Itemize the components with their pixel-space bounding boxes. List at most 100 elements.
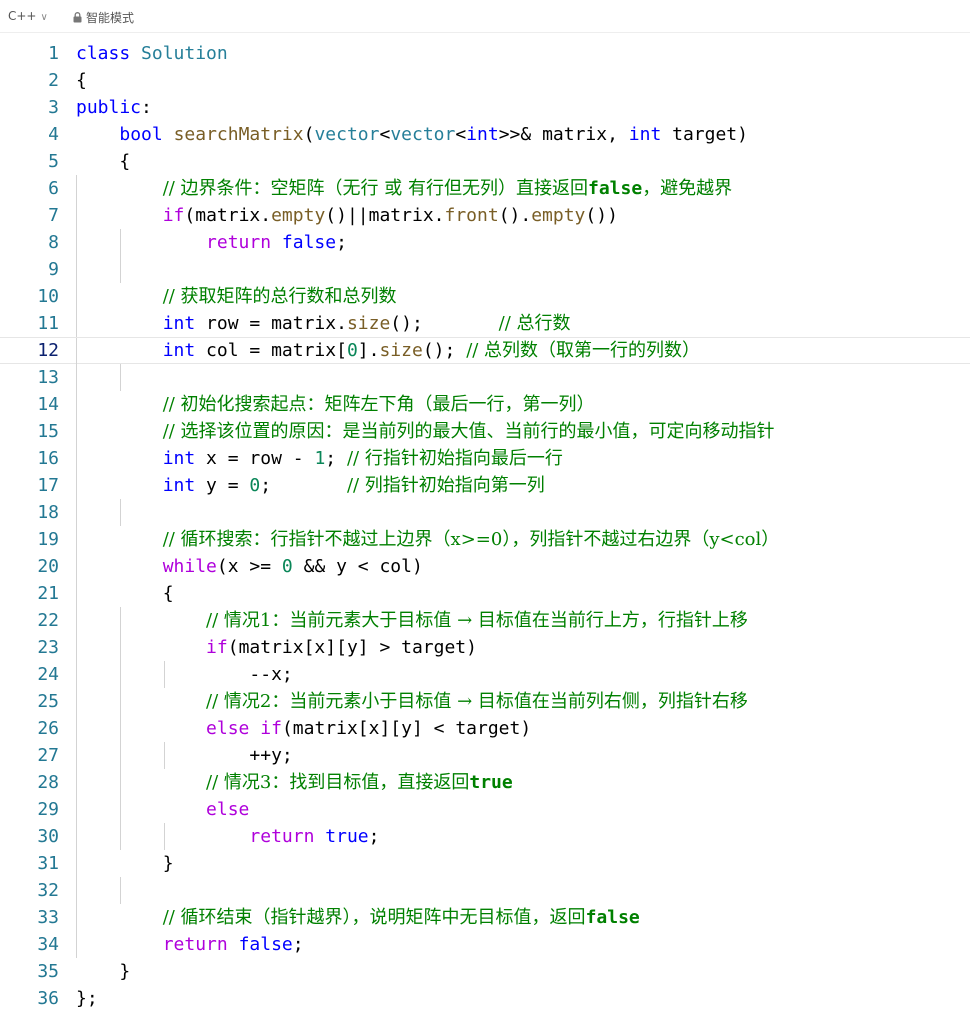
indent-guide bbox=[76, 472, 77, 499]
indent-guide bbox=[76, 580, 77, 607]
indent-guide bbox=[76, 553, 77, 580]
code-line[interactable]: 35 } bbox=[0, 958, 970, 985]
code-line[interactable]: 22 // 情况1：当前元素大于目标值 → 目标值在当前行上方，行指针上移 bbox=[0, 607, 970, 634]
code-line[interactable]: 21 { bbox=[0, 580, 970, 607]
indent-guide bbox=[120, 256, 121, 283]
smart-mode-indicator[interactable]: 智能模式 bbox=[73, 9, 134, 26]
code-line[interactable]: 26 else if(matrix[x][y] < target) bbox=[0, 715, 970, 742]
mode-label: 智能模式 bbox=[86, 11, 135, 25]
indent-guide bbox=[76, 418, 77, 445]
line-number: 25 bbox=[37, 691, 59, 712]
code-line[interactable]: 20 while(x >= 0 && y < col) bbox=[0, 553, 970, 580]
indent-guide bbox=[120, 823, 121, 850]
code-editor[interactable]: 1 class Solution 2{ 3 public: 4 bool searchMa… bbox=[0, 40, 970, 1034]
line-number: 7 bbox=[48, 205, 59, 226]
line-number: 23 bbox=[37, 637, 59, 658]
code-line[interactable]: 2{ bbox=[0, 67, 970, 94]
code-text: if(matrix[x][y] > target) bbox=[206, 637, 477, 658]
code-text: // 循环搜索：行指针不越过上边界（x>=0），列指针不越过右边界（y<col） bbox=[162, 529, 780, 550]
code-line[interactable]: 4 bool searchMatrix(vector<vector<int>>&… bbox=[0, 121, 970, 148]
code-line[interactable]: 6 // 边界条件：空矩阵（无行 或 有行但无列）直接返回false，避免越界 bbox=[0, 175, 970, 202]
code-line[interactable]: 14 // 初始化搜索起点：矩阵左下角（最后一行，第一列） bbox=[0, 391, 970, 418]
code-text: public: bbox=[76, 97, 152, 118]
indent-guide bbox=[76, 283, 77, 310]
line-number: 17 bbox=[37, 475, 59, 496]
indent-guide bbox=[76, 850, 77, 877]
indent-guide bbox=[120, 796, 121, 823]
code-line[interactable]: 3 public: bbox=[0, 94, 970, 121]
line-number: 22 bbox=[37, 610, 59, 631]
code-text: } bbox=[76, 961, 131, 982]
indent-guide bbox=[120, 742, 121, 769]
line-number: 1 bbox=[48, 43, 59, 64]
line-number: 12 bbox=[37, 340, 59, 361]
code-text: return false; bbox=[206, 232, 347, 253]
code-line[interactable]: 19 // 循环搜索：行指针不越过上边界（x>=0），列指针不越过右边界（y<c… bbox=[0, 526, 970, 553]
line-number: 35 bbox=[37, 961, 59, 982]
code-text: // 情况2：当前元素小于目标值 → 目标值在当前列右侧，列指针右移 bbox=[206, 691, 748, 712]
line-number: 3 bbox=[48, 97, 59, 118]
code-line[interactable]: 31 } bbox=[0, 850, 970, 877]
code-line[interactable]: 23 if(matrix[x][y] > target) bbox=[0, 634, 970, 661]
indent-guide bbox=[120, 499, 121, 526]
code-line[interactable]: 36}; bbox=[0, 985, 970, 1012]
line-number: 14 bbox=[37, 394, 59, 415]
code-line[interactable]: 32 bbox=[0, 877, 970, 904]
code-text: { bbox=[76, 70, 87, 91]
language-selector[interactable]: C++ ∨ bbox=[8, 9, 48, 23]
indent-guide bbox=[76, 364, 77, 391]
code-text: // 情况1：当前元素大于目标值 → 目标值在当前行上方，行指针上移 bbox=[206, 610, 748, 631]
code-text: return true; bbox=[249, 826, 380, 847]
line-number: 32 bbox=[37, 880, 59, 901]
code-line[interactable]: 12 int col = matrix[0].size(); // 总列数（取第… bbox=[0, 337, 970, 365]
indent-guide bbox=[76, 175, 77, 202]
code-line[interactable]: 34 return false; bbox=[0, 931, 970, 958]
line-number: 10 bbox=[37, 286, 59, 307]
code-line[interactable]: 13 bbox=[0, 364, 970, 391]
code-line[interactable]: 8 return false; bbox=[0, 229, 970, 256]
code-line[interactable]: 10 // 获取矩阵的总行数和总列数 bbox=[0, 283, 970, 310]
code-line[interactable]: 18 bbox=[0, 499, 970, 526]
line-number: 30 bbox=[37, 826, 59, 847]
code-line[interactable]: 5 { bbox=[0, 148, 970, 175]
code-line[interactable]: 17 int y = 0; // 列指针初始指向第一列 bbox=[0, 472, 970, 499]
code-line[interactable]: 29 else bbox=[0, 796, 970, 823]
code-text: } bbox=[76, 853, 174, 874]
line-number: 4 bbox=[48, 124, 59, 145]
code-text: bool searchMatrix(vector<vector<int>>& m… bbox=[119, 124, 748, 145]
indent-guide bbox=[76, 688, 77, 715]
line-number: 16 bbox=[37, 448, 59, 469]
code-line[interactable]: 16 int x = row - 1; // 行指针初始指向最后一行 bbox=[0, 445, 970, 472]
indent-guide bbox=[76, 634, 77, 661]
line-number: 20 bbox=[37, 556, 59, 577]
indent-guide bbox=[76, 607, 77, 634]
editor-toolbar: C++ ∨ 智能模式 bbox=[0, 0, 970, 33]
code-line[interactable]: 1 class Solution bbox=[0, 40, 970, 67]
code-line[interactable]: 9 bbox=[0, 256, 970, 283]
line-number: 29 bbox=[37, 799, 59, 820]
code-line[interactable]: 15 // 选择该位置的原因：是当前列的最大值、当前行的最小值，可定向移动指针 bbox=[0, 418, 970, 445]
code-line[interactable]: 33 // 循环结束（指针越界），说明矩阵中无目标值，返回false bbox=[0, 904, 970, 931]
code-text: else if(matrix[x][y] < target) bbox=[206, 718, 532, 739]
code-text: ++y; bbox=[76, 745, 293, 766]
indent-guide bbox=[76, 715, 77, 742]
indent-guide bbox=[120, 229, 121, 256]
code-line[interactable]: 30 return true; bbox=[0, 823, 970, 850]
code-line[interactable]: 11 int row = matrix.size(); // 总行数 bbox=[0, 310, 970, 337]
lock-icon bbox=[73, 12, 82, 23]
code-text: // 获取矩阵的总行数和总列数 bbox=[162, 286, 397, 307]
code-text: // 循环结束（指针越界），说明矩阵中无目标值，返回false bbox=[162, 907, 640, 928]
indent-guide bbox=[76, 229, 77, 256]
indent-guide bbox=[76, 796, 77, 823]
code-line[interactable]: 28 // 情况3：找到目标值，直接返回true bbox=[0, 769, 970, 796]
code-line[interactable]: 7 if(matrix.empty()||matrix.front().empt… bbox=[0, 202, 970, 229]
code-line[interactable]: 24 --x; bbox=[0, 661, 970, 688]
code-text: { bbox=[76, 583, 174, 604]
indent-guide bbox=[76, 445, 77, 472]
code-line[interactable]: 27 ++y; bbox=[0, 742, 970, 769]
code-line[interactable]: 25 // 情况2：当前元素小于目标值 → 目标值在当前列右侧，列指针右移 bbox=[0, 688, 970, 715]
indent-guide bbox=[76, 499, 77, 526]
line-number: 6 bbox=[48, 178, 59, 199]
line-number: 8 bbox=[48, 232, 59, 253]
indent-guide bbox=[120, 877, 121, 904]
